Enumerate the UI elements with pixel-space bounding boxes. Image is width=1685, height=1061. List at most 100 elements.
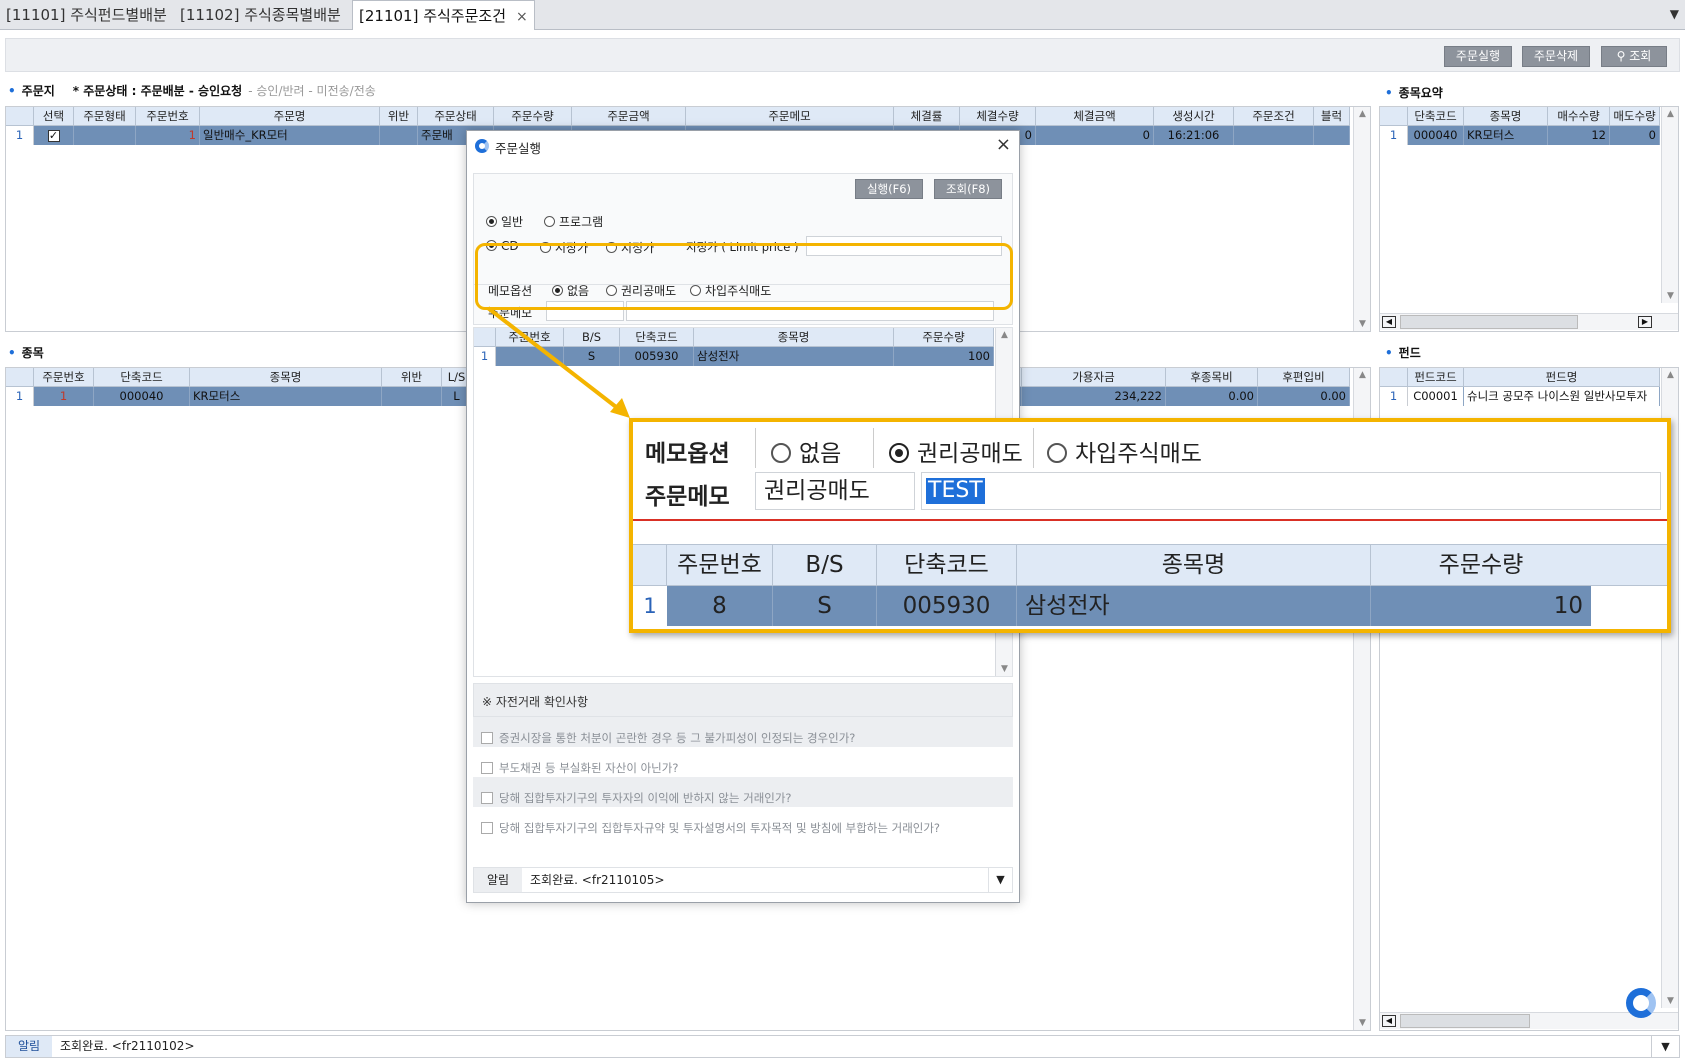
col-header[interactable]: 체결수량	[960, 107, 1036, 126]
col-header[interactable]: 주문금액	[572, 107, 686, 126]
checklist-item[interactable]: 증권시장을 통한 처분이 곤란한 경우 등 그 불가피성이 인정되는 경우인가?	[473, 717, 1013, 747]
col-header[interactable]: 주문상태	[418, 107, 494, 126]
col-header[interactable]: 위반	[380, 107, 418, 126]
row-number: 1	[6, 387, 34, 406]
zoom-radio-none[interactable]: 없음	[771, 434, 841, 468]
tab-stock-item-allocation[interactable]: [11102] 주식종목별배분	[174, 0, 347, 30]
tab-stock-order-condition[interactable]: [21101] 주식주문조건 ×	[352, 0, 535, 30]
select-checkbox[interactable]: ✓	[34, 126, 74, 145]
scroll-up-icon[interactable]: ▲	[1354, 370, 1370, 380]
col-header[interactable]: 주문형태	[74, 107, 136, 126]
app-logo-icon[interactable]	[1626, 988, 1656, 1018]
col-header[interactable]: 후종목비	[1166, 368, 1258, 387]
divider	[633, 519, 1667, 521]
checklist-item[interactable]: 당해 집합투자기구의 집합투자규약 및 투자설명서의 투자목적 및 방침에 부합…	[473, 807, 1013, 837]
col-header[interactable]: 체결금액	[1036, 107, 1154, 126]
close-icon[interactable]: ×	[996, 134, 1011, 155]
col-header[interactable]: 주문수량	[494, 107, 572, 126]
order-grid-scrollbar[interactable]: ▲ ▼	[1353, 107, 1370, 331]
col-header[interactable]: 종목명	[1464, 107, 1548, 126]
col-header[interactable]: 체결률	[894, 107, 960, 126]
radio-dot[interactable]	[486, 216, 497, 227]
zoom-memo-text-input[interactable]: TEST	[921, 472, 1661, 510]
summary-vscroll[interactable]: ▲ ▼	[1661, 107, 1678, 303]
execute-order-button[interactable]: 주문실행	[1444, 46, 1512, 67]
col-header[interactable]: 주문명	[200, 107, 380, 126]
created-time: 16:21:06	[1154, 126, 1234, 145]
scroll-down-icon[interactable]: ▼	[996, 664, 1012, 674]
app-logo-icon	[475, 139, 489, 153]
col-header[interactable]: 단축코드	[877, 545, 1017, 585]
col-header[interactable]: 후편입비	[1258, 368, 1350, 387]
checkbox[interactable]	[481, 822, 493, 834]
radio-program[interactable]: 프로그램	[544, 213, 603, 230]
zoom-memo-type-field[interactable]: 권리공매도	[755, 472, 915, 510]
scroll-up-icon[interactable]: ▲	[1662, 370, 1678, 380]
checklist-title: ※ 자전거래 확인사항	[473, 683, 1013, 717]
radio-dot[interactable]	[771, 443, 791, 463]
checklist-item[interactable]: 당해 집합투자기구의 투자자의 이익에 반하지 않는 거래인가?	[473, 777, 1013, 807]
col-header[interactable]: 주문조건	[1234, 107, 1314, 126]
col-header[interactable]: 주문수량	[894, 328, 994, 347]
radio-dot[interactable]	[1047, 443, 1067, 463]
tab-stock-fund-allocation[interactable]: [11101] 주식펀드별배분	[0, 0, 173, 30]
delete-order-button[interactable]: 주문삭제	[1522, 46, 1590, 67]
col-header[interactable]: 선택	[34, 107, 74, 126]
col-header[interactable]: 블럭	[1314, 107, 1350, 126]
radio-dot[interactable]	[544, 216, 555, 227]
col-header[interactable]: 생성시간	[1154, 107, 1234, 126]
col-header[interactable]: 펀드명	[1464, 368, 1660, 387]
close-icon[interactable]: ×	[516, 9, 528, 25]
scroll-down-icon[interactable]: ▼	[1662, 291, 1678, 301]
col-header[interactable]: 종목명	[1017, 545, 1371, 585]
table-row[interactable]: 1 000040 KR모터스 12 0	[1380, 126, 1660, 145]
execute-f6-button[interactable]: 실행(F6)	[855, 179, 923, 199]
checkbox[interactable]	[481, 792, 493, 804]
dialog-status-bar: 알림 조회완료. <fr2110105> ▼	[473, 867, 1013, 893]
col-header[interactable]: 매수수량	[1548, 107, 1610, 126]
zoom-memo-label: 주문메모	[645, 484, 730, 510]
col-header[interactable]: 주문번호	[136, 107, 200, 126]
scroll-down-icon[interactable]: ▼	[1662, 996, 1678, 1006]
radio-general[interactable]: 일반	[486, 213, 523, 230]
col-header[interactable]: 주문메모	[686, 107, 894, 126]
stock-code: 000040	[1408, 126, 1464, 145]
zoom-radio-borrowed-sale[interactable]: 차입주식매도	[1047, 434, 1202, 468]
summary-hscroll[interactable]: ◀ ▶	[1380, 313, 1678, 330]
search-button[interactable]: ⚲ 조회	[1601, 46, 1667, 67]
col-header[interactable]: 종목명	[694, 328, 894, 347]
scroll-up-icon[interactable]: ▲	[1354, 109, 1370, 119]
col-header[interactable]: 단축코드	[1408, 107, 1464, 126]
scroll-down-icon[interactable]: ▼	[1354, 319, 1370, 329]
dialog-titlebar[interactable]: 주문실행 ×	[467, 131, 1019, 161]
zoom-radio-short-sale[interactable]: 권리공매도	[889, 434, 1023, 468]
dialog-status-dropdown-icon[interactable]: ▼	[988, 868, 1012, 892]
search-f8-button[interactable]: 조회(F8)	[934, 179, 1002, 199]
scroll-thumb[interactable]	[1400, 1014, 1530, 1028]
status-dropdown-icon[interactable]: ▼	[1651, 1036, 1679, 1057]
checkbox[interactable]	[481, 732, 493, 744]
tab-menu-dropdown-icon[interactable]: ▼	[1670, 7, 1679, 21]
col-header[interactable]: 주문번호	[667, 545, 773, 585]
scroll-left-icon[interactable]: ◀	[1382, 316, 1396, 328]
col-header[interactable]: 펀드코드	[1408, 368, 1464, 387]
col-header[interactable]: B/S	[773, 545, 877, 585]
scroll-down-icon[interactable]: ▼	[1354, 1018, 1370, 1028]
table-row[interactable]: 1 8 S 005930 삼성전자 10	[633, 586, 1667, 628]
scroll-up-icon[interactable]: ▲	[1662, 109, 1678, 119]
scroll-right-icon[interactable]: ▶	[1638, 316, 1652, 328]
scroll-up-icon[interactable]: ▲	[996, 330, 1012, 340]
checklist-item[interactable]: 부도채권 등 부실화된 자산이 아닌가?	[473, 747, 1013, 777]
col-header[interactable]: 위반	[382, 368, 442, 387]
col-header[interactable]: 가용자금	[1022, 368, 1166, 387]
col-header[interactable]: 종목명	[190, 368, 382, 387]
col-header[interactable]: 단축코드	[94, 368, 190, 387]
col-header[interactable]: 매도수량	[1610, 107, 1660, 126]
scroll-left-icon[interactable]: ◀	[1382, 1015, 1396, 1027]
col-header[interactable]: 주문번호	[34, 368, 94, 387]
checkbox[interactable]	[481, 762, 493, 774]
tab-label: [21101] 주식주문조건	[359, 7, 506, 25]
table-row[interactable]: 1 C00001 슈니크 공모주 나이스원 일반사모투자	[1380, 387, 1660, 406]
col-header[interactable]: 주문수량	[1371, 545, 1591, 585]
scroll-thumb[interactable]	[1400, 315, 1578, 329]
